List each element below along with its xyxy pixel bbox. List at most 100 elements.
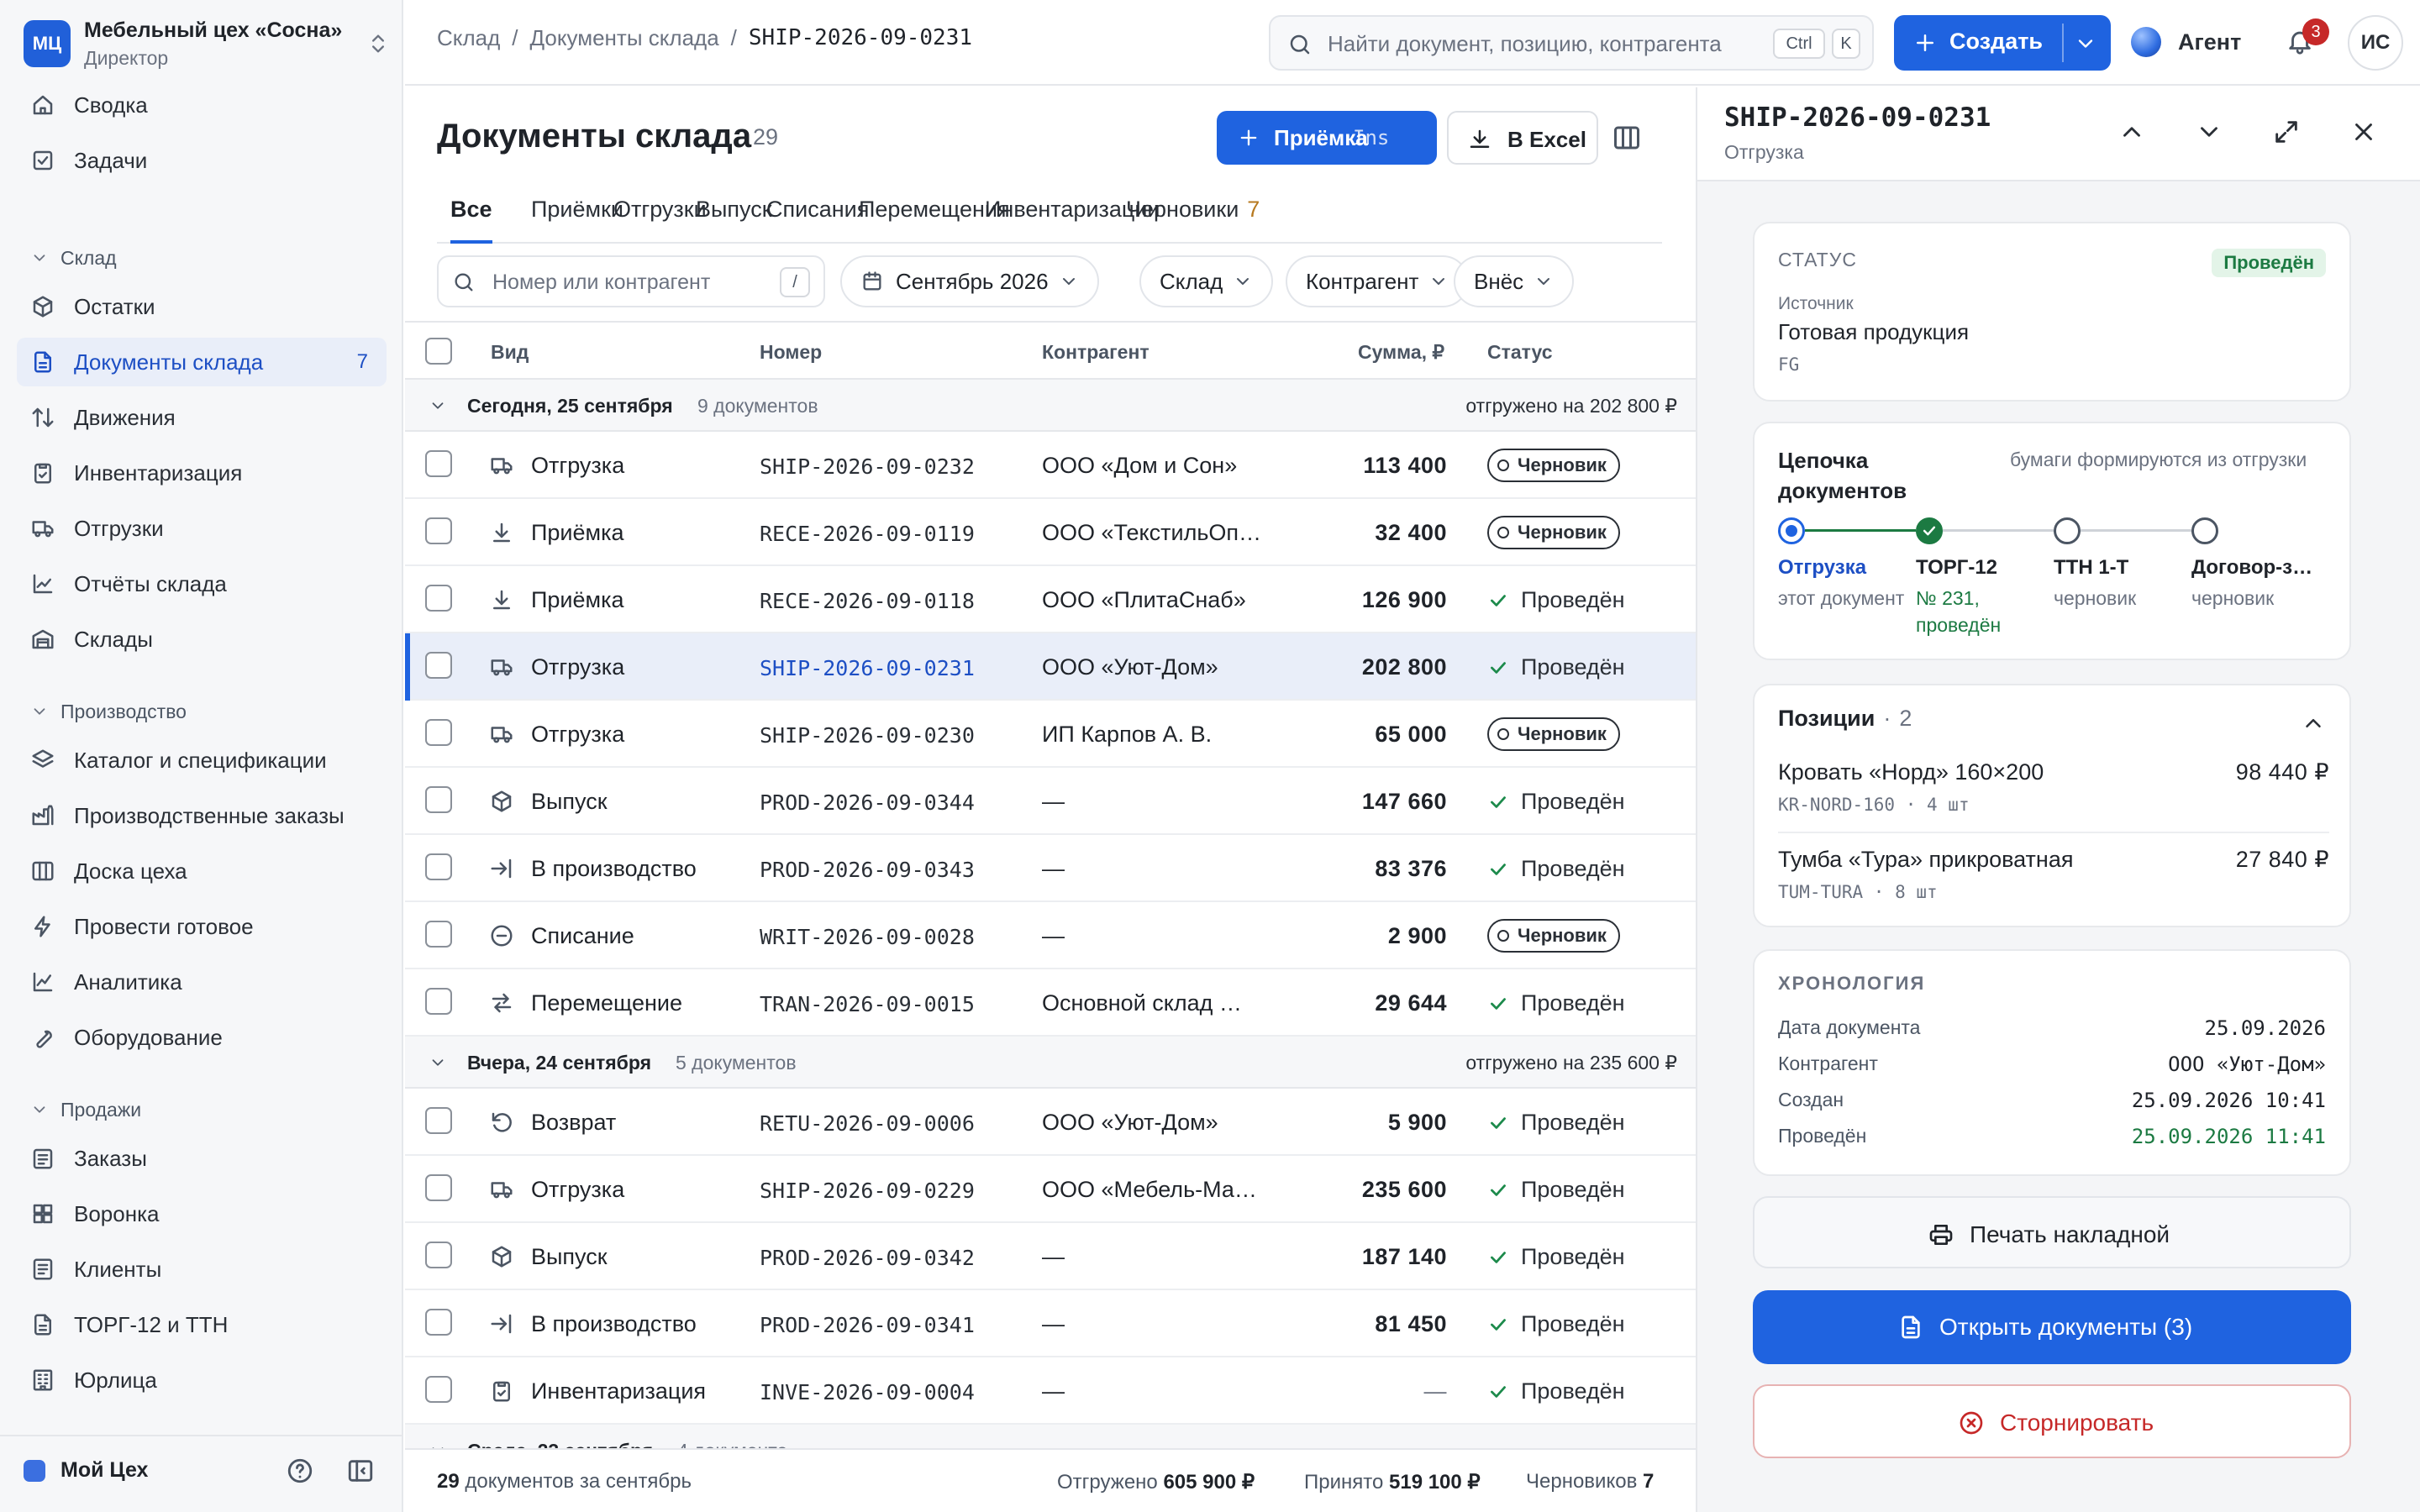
filter-author-chip[interactable]: Внёс <box>1454 255 1575 307</box>
row-number[interactable]: RETU-2026-09-0006 <box>760 1111 975 1136</box>
row-number[interactable]: WRIT-2026-09-0028 <box>760 925 975 949</box>
table-row[interactable]: Отгрузка SHIP-2026-09-0231 ООО «Уют-Дом» 20… <box>405 633 1696 701</box>
sidebar-item-sales-2[interactable]: Клиенты <box>17 1245 387 1294</box>
table-group-header[interactable]: Вчера, 24 сентября 5 документов отгружено … <box>405 1037 1696 1089</box>
row-number[interactable]: RECE-2026-09-0118 <box>760 589 975 613</box>
chevron-up-icon[interactable] <box>2118 118 2146 146</box>
table-row[interactable]: Выпуск PROD-2026-09-0344 — 147 660 Проведён <box>405 768 1696 835</box>
table-row[interactable]: Списание WRIT-2026-09-0028 — 2 900 Черновик <box>405 902 1696 969</box>
new-receipt-button[interactable]: Приёмка Ins <box>1217 111 1437 165</box>
row-checkbox[interactable] <box>425 786 452 813</box>
sidebar-item-sales-4[interactable]: Юрлица <box>17 1356 387 1404</box>
table-row[interactable]: Возврат RETU-2026-09-0006 ООО «Уют-Дом» 5 9… <box>405 1089 1696 1156</box>
sidebar-item-production-4[interactable]: Аналитика <box>17 958 387 1006</box>
column-type[interactable]: Вид <box>491 341 529 364</box>
expand-icon[interactable] <box>2272 118 2301 146</box>
sidebar-section-production[interactable]: Производство <box>30 695 187 728</box>
row-checkbox[interactable] <box>425 517 452 544</box>
row-checkbox[interactable] <box>425 1107 452 1134</box>
open-documents-button[interactable]: Открыть документы (3) <box>1753 1290 2351 1364</box>
breadcrumb-item[interactable]: Склад <box>437 25 500 51</box>
sidebar-item-production-3[interactable]: Провести готовое <box>17 902 387 951</box>
filter-period-chip[interactable]: Сентябрь 2026 <box>840 255 1099 307</box>
sidebar-item-warehouse-1[interactable]: Документы склада 7 <box>17 338 387 386</box>
sidebar-item-production-2[interactable]: Доска цеха <box>17 847 387 895</box>
sidebar-item-warehouse-6[interactable]: Склады <box>17 615 387 664</box>
breadcrumb-item[interactable]: Документы склада <box>529 25 718 51</box>
table-row[interactable]: Отгрузка SHIP-2026-09-0230 ИП Карпов А. В.… <box>405 701 1696 768</box>
tab-3[interactable]: Выпуск <box>696 197 772 244</box>
row-number[interactable]: TRAN-2026-09-0015 <box>760 992 975 1016</box>
sidebar-item-warehouse-4[interactable]: Отгрузки <box>17 504 387 553</box>
row-checkbox[interactable] <box>425 450 452 477</box>
sidebar-item-tasks[interactable]: Задачи <box>17 136 387 185</box>
row-checkbox[interactable] <box>425 652 452 679</box>
chevron-down-icon[interactable] <box>2195 118 2223 146</box>
create-button[interactable]: Создать <box>1894 15 2111 71</box>
sidebar-item-production-1[interactable]: Производственные заказы <box>17 791 387 840</box>
sidebar-footer-label[interactable]: Мой Цех <box>60 1458 148 1483</box>
reverse-button[interactable]: Сторнировать <box>1753 1384 2351 1458</box>
row-number[interactable]: PROD-2026-09-0342 <box>760 1246 975 1270</box>
row-number[interactable]: PROD-2026-09-0344 <box>760 790 975 815</box>
row-checkbox[interactable] <box>425 988 452 1015</box>
row-checkbox[interactable] <box>425 921 452 948</box>
chevron-down-icon[interactable] <box>2074 32 2097 55</box>
sidebar-section-warehouse[interactable]: Склад <box>30 241 117 275</box>
table-row[interactable]: Отгрузка SHIP-2026-09-0229 ООО «Мебель-Ма…… <box>405 1156 1696 1223</box>
table-row[interactable]: В производство PROD-2026-09-0341 — 81 450 Пр… <box>405 1290 1696 1357</box>
row-number[interactable]: PROD-2026-09-0343 <box>760 858 975 882</box>
table-row[interactable]: Инвентаризация INVE-2026-09-0004 — — Проведё… <box>405 1357 1696 1425</box>
column-counterparty[interactable]: Контрагент <box>1042 341 1150 364</box>
column-sum[interactable]: Сумма, ₽ <box>1358 341 1444 364</box>
sidebar-item-sales-3[interactable]: ТОРГ-12 и ТТН <box>17 1300 387 1349</box>
row-checkbox[interactable] <box>425 585 452 612</box>
workspace-switcher[interactable]: МЦ Мебельный цех «Сосна» Директор <box>24 18 390 69</box>
table-row[interactable]: Отгрузка SHIP-2026-09-0232 ООО «Дом и Сон»… <box>405 432 1696 499</box>
row-checkbox[interactable] <box>425 1174 452 1201</box>
row-number[interactable]: SHIP-2026-09-0230 <box>760 723 975 748</box>
table-group-header[interactable]: Сегодня, 25 сентября 9 документов отгружен… <box>405 380 1696 432</box>
filter-search-input[interactable]: Номер или контрагент / <box>437 255 825 307</box>
tab-1[interactable]: Приёмки <box>531 197 623 244</box>
table-row[interactable]: В производство PROD-2026-09-0343 — 83 376 Пр… <box>405 835 1696 902</box>
sidebar-section-sales[interactable]: Продажи <box>30 1093 141 1126</box>
row-checkbox[interactable] <box>425 853 452 880</box>
collapse-sidebar-icon[interactable] <box>346 1457 375 1485</box>
columns-icon[interactable] <box>1612 123 1642 153</box>
table-row[interactable]: Приёмка RECE-2026-09-0119 ООО «ТекстильОп…… <box>405 499 1696 566</box>
row-number[interactable]: PROD-2026-09-0341 <box>760 1313 975 1337</box>
sidebar-item-production-5[interactable]: Оборудование <box>17 1013 387 1062</box>
print-invoice-button[interactable]: Печать накладной <box>1753 1196 2351 1268</box>
global-search-input[interactable]: Найти документ, позицию, контрагента Ctr… <box>1269 15 1874 71</box>
tab-0[interactable]: Все <box>450 197 492 244</box>
row-checkbox[interactable] <box>425 1376 452 1403</box>
chevron-up-icon[interactable] <box>2301 711 2326 736</box>
column-number[interactable]: Номер <box>760 341 822 364</box>
help-icon[interactable] <box>286 1457 314 1485</box>
row-number[interactable]: RECE-2026-09-0119 <box>760 522 975 546</box>
row-number[interactable]: SHIP-2026-09-0229 <box>760 1179 975 1203</box>
sidebar-item-warehouse-0[interactable]: Остатки <box>17 282 387 331</box>
tab-4[interactable]: Списания <box>766 197 869 244</box>
sidebar-item-warehouse-2[interactable]: Движения <box>17 393 387 442</box>
close-icon[interactable] <box>2349 118 2378 146</box>
avatar[interactable]: ИС <box>2348 15 2403 71</box>
agent-button[interactable]: Агент <box>2131 25 2241 59</box>
row-number[interactable]: SHIP-2026-09-0231 <box>760 656 975 680</box>
sidebar-item-production-0[interactable]: Каталог и спецификации <box>17 736 387 785</box>
table-row[interactable]: Приёмка RECE-2026-09-0118 ООО «ПлитаСнаб» 1… <box>405 566 1696 633</box>
row-checkbox[interactable] <box>425 1242 452 1268</box>
tab-2[interactable]: Отгрузки <box>613 197 707 244</box>
export-excel-button[interactable]: В Excel <box>1447 111 1598 165</box>
sidebar-item-sales-1[interactable]: Воронка <box>17 1189 387 1238</box>
filter-counterparty-chip[interactable]: Контрагент <box>1286 255 1470 307</box>
sidebar-item-sales-0[interactable]: Заказы <box>17 1134 387 1183</box>
row-checkbox[interactable] <box>425 1309 452 1336</box>
row-number[interactable]: SHIP-2026-09-0232 <box>760 454 975 479</box>
table-row[interactable]: Перемещение TRAN-2026-09-0015 Основной скл… <box>405 969 1696 1037</box>
sidebar-item-warehouse-3[interactable]: Инвентаризация <box>17 449 387 497</box>
sidebar-item-warehouse-5[interactable]: Отчёты склада <box>17 559 387 608</box>
row-checkbox[interactable] <box>425 719 452 746</box>
table-row[interactable]: Выпуск PROD-2026-09-0342 — 187 140 Проведён <box>405 1223 1696 1290</box>
